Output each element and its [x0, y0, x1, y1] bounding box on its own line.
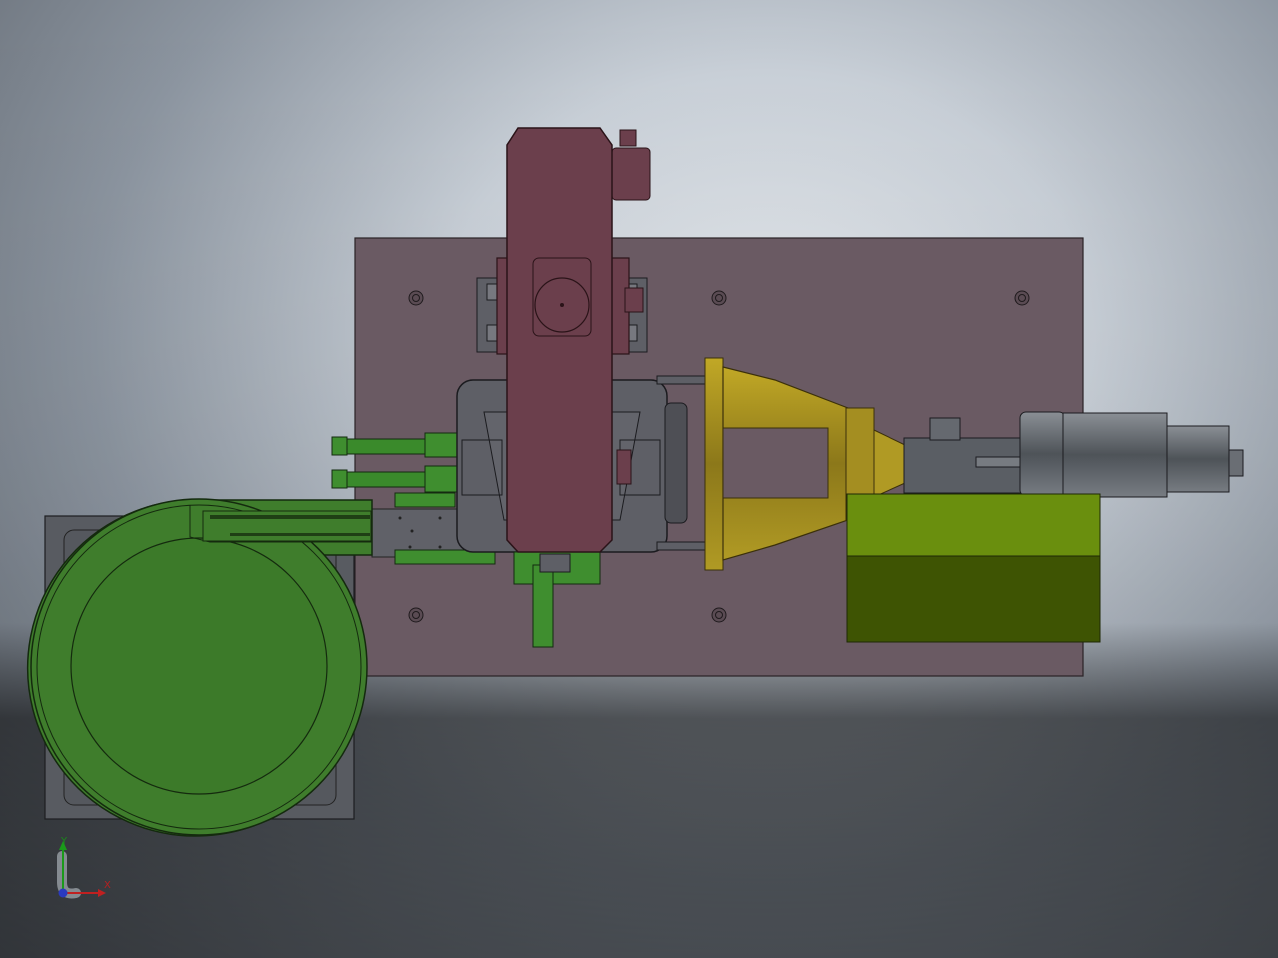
- y-axis-label: Y: [61, 836, 68, 847]
- x-axis-label: X: [104, 880, 111, 891]
- assembly-drawing[interactable]: [0, 0, 1278, 958]
- cad-viewport[interactable]: Y X: [0, 0, 1278, 958]
- axis-triad: Y X: [50, 836, 120, 906]
- control-box[interactable]: [846, 493, 1101, 643]
